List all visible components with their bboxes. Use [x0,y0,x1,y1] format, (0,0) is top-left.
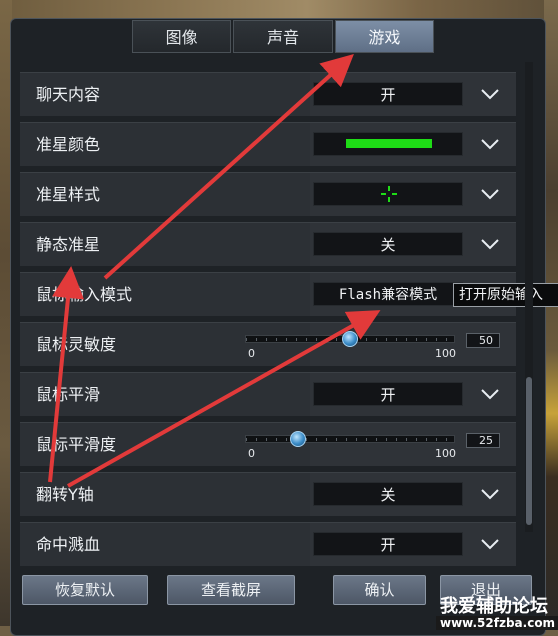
slider-min-label: 0 [248,347,255,360]
setting-row-static-crosshair: 静态准星 关 [20,222,516,266]
mouse-sensitivity-slider[interactable] [245,331,455,347]
chevron-down-icon[interactable] [478,183,502,205]
setting-label: 静态准星 [36,235,101,254]
setting-label: 命中溅血 [36,535,101,554]
setting-row-mouse-smoothing: 鼠标平滑 开 [20,372,516,416]
view-screenshot-button[interactable]: 查看截屏 [167,575,295,605]
watermark: 我爱辅助论坛 www.52fzba.com [436,590,558,636]
chevron-down-icon[interactable] [478,133,502,155]
setting-value-dropdown[interactable]: 开 [313,532,463,556]
setting-row-crosshair-color: 准星颜色 [20,122,516,166]
game-background-right [544,0,558,636]
crosshair-color-swatch [346,139,432,148]
chevron-down-icon[interactable] [478,83,502,105]
crosshair-icon [381,186,397,202]
slider-max-label: 100 [435,447,456,460]
setting-row-mouse-input-mode: 鼠标输入模式 Flash兼容模式 [20,272,516,316]
setting-label: 鼠标平滑 [36,385,101,404]
mouse-smoothness-value[interactable]: 25 [466,433,500,448]
setting-label: 鼠标输入模式 [36,285,133,304]
tab-graphics[interactable]: 图像 [132,20,232,53]
scrollbar-thumb[interactable] [526,377,532,525]
setting-label: 聊天内容 [36,85,101,104]
setting-label: 准星颜色 [36,135,101,154]
setting-value-dropdown[interactable]: 开 [313,82,463,106]
reset-defaults-button[interactable]: 恢复默认 [22,575,148,605]
settings-list: 聊天内容 开 准星颜色 准星样式 静态准星 关 鼠标输入模式 Flash兼容模式… [20,66,516,566]
setting-row-hit-blood: 命中溅血 开 [20,522,516,566]
crosshair-style-select[interactable] [313,182,463,206]
setting-label: 鼠标平滑度 [36,435,117,454]
slider-handle[interactable] [290,431,306,447]
mouse-sensitivity-value[interactable]: 50 [466,333,500,348]
setting-row-invert-y: 翻转Y轴 关 [20,472,516,516]
chevron-down-icon[interactable] [478,383,502,405]
confirm-button[interactable]: 确认 [333,575,426,605]
setting-row-chat: 聊天内容 开 [20,72,516,116]
tab-sound[interactable]: 声音 [233,20,333,53]
setting-row-crosshair-style: 准星样式 [20,172,516,216]
chevron-down-icon[interactable] [478,483,502,505]
watermark-title: 我爱辅助论坛 [440,596,548,617]
slider-handle[interactable] [342,331,358,347]
setting-label: 翻转Y轴 [36,485,94,504]
setting-row-mouse-sensitivity: 鼠标灵敏度 0 100 50 [20,322,516,366]
setting-row-mouse-smoothness: 鼠标平滑度 0 100 25 [20,422,516,466]
mouse-smoothness-slider[interactable] [245,431,455,447]
slider-min-label: 0 [248,447,255,460]
settings-tabs: 图像 声音 游戏 [132,20,436,53]
setting-value-dropdown[interactable]: 开 [313,382,463,406]
watermark-url: www.52fzba.com [436,616,558,630]
slider-max-label: 100 [435,347,456,360]
setting-value-dropdown[interactable]: 关 [313,232,463,256]
setting-value-dropdown[interactable]: 关 [313,482,463,506]
crosshair-color-select[interactable] [313,132,463,156]
chevron-down-icon[interactable] [478,233,502,255]
tab-game[interactable]: 游戏 [334,20,434,53]
mouse-input-mode-select[interactable]: Flash兼容模式 [313,282,463,306]
setting-label: 鼠标灵敏度 [36,335,117,354]
setting-label: 准星样式 [36,185,101,204]
chevron-down-icon[interactable] [478,533,502,555]
tooltip: 打开原始输入 [453,283,558,307]
